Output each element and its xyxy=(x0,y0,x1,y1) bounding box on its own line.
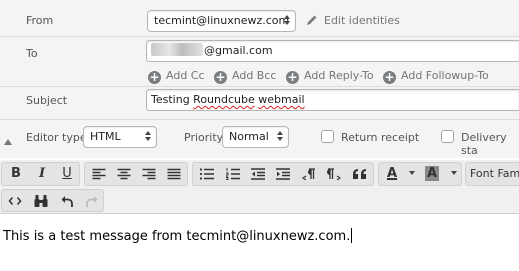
add-reply-to-link[interactable]: + Add Reply-To xyxy=(286,69,374,84)
collapse-options-icon[interactable] xyxy=(4,139,12,145)
priority-value: Normal xyxy=(229,130,269,143)
ltr-paragraph-icon xyxy=(301,168,315,180)
indent-button[interactable] xyxy=(270,163,295,185)
priority-label: Priority xyxy=(184,131,224,144)
select-arrows-icon xyxy=(277,131,284,141)
font-family-select[interactable]: Font Fam xyxy=(465,162,519,186)
outdent-button[interactable] xyxy=(245,163,270,185)
divider xyxy=(0,119,519,120)
from-select[interactable]: tecmint@linuxnewz.com xyxy=(147,10,296,32)
source-code-button[interactable] xyxy=(3,190,27,211)
edit-identities-link[interactable]: Edit identities xyxy=(306,14,400,28)
delivery-status-checkbox[interactable] xyxy=(441,130,454,143)
numbered-list-button[interactable] xyxy=(220,163,245,185)
editor-type-select[interactable]: HTML xyxy=(83,126,157,148)
return-receipt-checkbox[interactable] xyxy=(321,130,334,143)
return-receipt-label: Return receipt xyxy=(341,131,420,144)
align-left-button[interactable] xyxy=(86,163,111,185)
message-body-content: This is a test message from tecmint@linu… xyxy=(3,229,351,244)
subject-label: Subject xyxy=(26,94,68,107)
add-reply-to-label: Add Reply-To xyxy=(304,69,374,82)
undo-icon xyxy=(61,195,73,207)
indent-icon xyxy=(275,168,290,180)
align-center-icon xyxy=(117,168,130,180)
divider xyxy=(0,86,519,87)
select-arrows-icon xyxy=(145,131,152,141)
plus-icon: + xyxy=(214,70,227,84)
divider xyxy=(0,36,519,37)
plus-icon: + xyxy=(383,70,396,84)
color-group: A A xyxy=(378,162,462,186)
select-arrows-icon xyxy=(284,15,291,25)
bold-button[interactable]: B xyxy=(4,163,28,185)
rtl-paragraph-icon xyxy=(326,168,341,180)
text-cursor xyxy=(351,228,353,243)
bullet-list-icon xyxy=(199,168,214,180)
add-cc-link[interactable]: + Add Cc xyxy=(148,69,205,84)
priority-select[interactable]: Normal xyxy=(222,126,289,148)
editor-type-value: HTML xyxy=(90,130,121,143)
to-value: @gmail.com xyxy=(204,44,273,57)
search-replace-button[interactable] xyxy=(29,190,53,211)
bullet-list-button[interactable] xyxy=(194,163,219,185)
rtl-button[interactable] xyxy=(321,163,346,185)
underline-button[interactable]: U xyxy=(55,163,79,185)
delivery-status-label: Delivery sta xyxy=(461,131,507,157)
font-family-label: Font Fam xyxy=(470,167,519,180)
editor-type-label: Editor type xyxy=(26,131,87,144)
subject-word-3: webmail xyxy=(258,93,305,106)
align-right-icon xyxy=(142,168,155,180)
to-field[interactable]: @gmail.com xyxy=(146,40,519,62)
ltr-button[interactable] xyxy=(296,163,321,185)
message-body-editor[interactable]: This is a test message from tecmint@linu… xyxy=(0,215,519,271)
subject-word-1: Testing xyxy=(151,93,190,106)
add-bcc-link[interactable]: + Add Bcc xyxy=(214,69,276,84)
message-body-text: This is a test message from tecmint@linu… xyxy=(3,228,353,244)
numbered-list-icon xyxy=(225,168,240,180)
source-tools-group xyxy=(1,189,104,212)
editor-toolbar: B I U A A Font Fam xyxy=(0,160,519,188)
to-label: To xyxy=(26,47,38,60)
pencil-icon xyxy=(307,15,317,25)
subject-word-2: Roundcube xyxy=(193,93,255,106)
text-color-button[interactable]: A xyxy=(381,163,419,185)
outdent-icon xyxy=(250,168,265,180)
blockquote-button[interactable] xyxy=(347,163,372,185)
plus-icon: + xyxy=(148,70,161,84)
from-label: From xyxy=(26,14,54,27)
align-center-button[interactable] xyxy=(111,163,136,185)
binoculars-icon xyxy=(34,194,48,207)
background-color-button[interactable]: A xyxy=(420,163,460,185)
editor-toolbar-secondary xyxy=(0,188,519,214)
align-justify-button[interactable] xyxy=(161,163,186,185)
text-style-group: B I U xyxy=(1,162,80,186)
italic-button[interactable]: I xyxy=(30,163,54,185)
chevron-down-icon xyxy=(409,171,416,175)
alignment-group xyxy=(84,162,188,186)
add-cc-label: Add Cc xyxy=(166,69,205,82)
quote-icon xyxy=(352,169,366,179)
list-indent-group xyxy=(192,162,374,186)
plus-icon: + xyxy=(286,70,299,84)
add-followup-to-link[interactable]: + Add Followup-To xyxy=(383,69,489,84)
add-bcc-label: Add Bcc xyxy=(232,69,277,82)
redo-button[interactable] xyxy=(80,190,104,211)
background-color-icon: A xyxy=(425,166,440,181)
redacted-recipient xyxy=(151,43,203,56)
add-followup-to-label: Add Followup-To xyxy=(401,69,489,82)
align-left-icon xyxy=(92,168,105,180)
code-icon xyxy=(8,196,22,205)
compose-headers: From tecmint@linuxnewz.com Edit identiti… xyxy=(0,0,519,158)
from-value: tecmint@linuxnewz.com xyxy=(154,14,290,27)
align-justify-icon xyxy=(167,168,180,180)
subject-field[interactable]: Testing Roundcube webmail xyxy=(146,89,519,111)
text-color-icon: A xyxy=(387,166,398,181)
edit-identities-label: Edit identities xyxy=(324,14,400,27)
redo-icon xyxy=(86,195,98,207)
chevron-down-icon xyxy=(451,171,458,175)
undo-button[interactable] xyxy=(55,190,79,211)
align-right-button[interactable] xyxy=(136,163,161,185)
